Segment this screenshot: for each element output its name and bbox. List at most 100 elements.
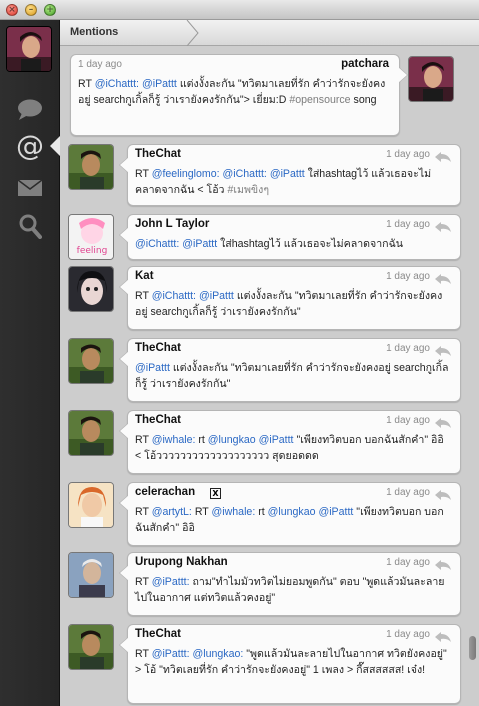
- tweet-username[interactable]: TheChat: [135, 148, 181, 160]
- reply-icon[interactable]: [434, 218, 452, 237]
- nav-mentions[interactable]: @: [0, 128, 60, 164]
- nav-search[interactable]: [0, 208, 60, 244]
- mention-link[interactable]: @artytL:: [152, 506, 192, 518]
- tweet-username[interactable]: TheChat: [135, 342, 181, 354]
- my-avatar[interactable]: [6, 26, 52, 72]
- reply-icon[interactable]: [434, 628, 452, 647]
- timeline-header: Mentions: [60, 20, 479, 46]
- user-avatar[interactable]: [68, 552, 114, 598]
- reply-icon[interactable]: [434, 556, 452, 575]
- svg-text:feeling: feeling: [77, 246, 108, 256]
- tweet-timestamp: 1 day ago: [386, 629, 430, 640]
- nav-timeline[interactable]: [0, 92, 60, 128]
- mention-link[interactable]: @iwhale:: [212, 506, 256, 518]
- mention-link[interactable]: @iPattt: [318, 506, 353, 518]
- mention-link[interactable]: @lungkao: [208, 434, 256, 446]
- mention-link[interactable]: @iwhale:: [152, 434, 196, 446]
- mentions-timeline[interactable]: 1 day ago patchara RT @iChattt: @iPattt แต…: [60, 46, 479, 706]
- tweet-text-segment: RT: [135, 576, 152, 588]
- tweet-username[interactable]: TheChat: [135, 414, 181, 426]
- tweet-text-segment: song: [350, 94, 377, 106]
- vertical-scrollbar-thumb[interactable]: [469, 636, 476, 660]
- tweet-username[interactable]: Urupong Nakhan: [135, 556, 228, 568]
- user-avatar[interactable]: [68, 144, 114, 190]
- mention-link[interactable]: @iChattt:: [223, 168, 267, 180]
- mention-link[interactable]: @iChattt:: [135, 238, 179, 250]
- tweet-username[interactable]: celerachan: [135, 486, 195, 498]
- tweet-text-segment: ใส่hashtagไว้ แล้วเธอจะไม่คลาดจากฉัน: [217, 238, 404, 250]
- own-avatar[interactable]: [408, 56, 454, 102]
- hashtag-link[interactable]: #เมพขิงๆ: [227, 184, 269, 196]
- tweet-timestamp: 1 day ago: [386, 487, 430, 498]
- tweet-text-segment: RT: [135, 290, 152, 302]
- tweet-text-segment: rt: [255, 506, 268, 518]
- mention-link[interactable]: @iPattt: [270, 168, 305, 180]
- page-title: Mentions: [70, 26, 119, 38]
- tweet-username[interactable]: TheChat: [135, 628, 181, 640]
- svg-text:@: @: [16, 131, 44, 161]
- tweet-text: RT @iChattt: @iPattt แต่งงั้งละกัน "ทวิต…: [78, 76, 391, 108]
- mention-link[interactable]: @lungkao: [268, 506, 316, 518]
- tweet-timestamp: 1 day ago: [386, 343, 430, 354]
- tweet-text: @iPattt แต่งงั้งละกัน "ทวิตมาเลยที่รัก ค…: [135, 360, 452, 392]
- tweet-text-segment: rt: [195, 434, 208, 446]
- user-avatar[interactable]: [68, 410, 114, 456]
- nav-direct-messages[interactable]: [0, 170, 60, 206]
- mention-link[interactable]: @iChattt:: [95, 78, 139, 90]
- user-avatar[interactable]: [68, 338, 114, 384]
- tweet-timestamp: 1 day ago: [386, 557, 430, 568]
- mention-link[interactable]: @iPattt: [182, 238, 217, 250]
- close-window-button[interactable]: ×: [6, 4, 18, 16]
- mention-link[interactable]: @iPattt: [259, 434, 294, 446]
- tweet-bubble: 1 day ago patchara RT @iChattt: @iPattt แต…: [70, 54, 408, 136]
- mention-link[interactable]: @iPattt: [142, 78, 177, 90]
- reply-icon[interactable]: [434, 486, 452, 505]
- reply-icon[interactable]: [434, 342, 452, 361]
- tweet-timestamp: 1 day ago: [386, 415, 430, 426]
- tweet-username[interactable]: patchara: [341, 58, 389, 70]
- tweet-text: RT @artytL: RT @iwhale: rt @lungkao @iPa…: [135, 504, 452, 536]
- speech-bubble-icon: [18, 99, 42, 120]
- tweet-text: RT @iChattt: @iPattt แต่งงั้งละกัน "ทวิต…: [135, 288, 452, 320]
- envelope-icon: [17, 179, 43, 196]
- user-avatar[interactable]: [68, 482, 114, 528]
- tweet-text: RT @iPattt: @lungkao: "พูดแล้วมันละลายไป…: [135, 646, 452, 678]
- window-titlebar: × – +: [0, 0, 479, 20]
- magnifier-icon: [19, 214, 42, 239]
- tweet-text-segment: RT: [191, 506, 212, 518]
- mention-link[interactable]: @iChattt:: [152, 290, 196, 302]
- zoom-window-button[interactable]: +: [44, 4, 56, 16]
- tweet-bubble: 1 day ago TheChat RT @iPattt: @lungkao: "พ…: [119, 624, 461, 704]
- mention-link[interactable]: @iPattt: [199, 290, 234, 302]
- tweet-text-segment: RT: [135, 168, 152, 180]
- verified-x-icon: X: [210, 488, 221, 499]
- reply-icon[interactable]: [434, 148, 452, 167]
- tweet-bubble: 1 day ago Kat RT @iChattt: @iPattt แต่งงั้…: [119, 266, 461, 330]
- tweet-text-segment: RT: [78, 78, 95, 90]
- tweet-bubble: 1 day ago TheChat RT @iwhale: rt @lungkao …: [119, 410, 461, 474]
- tweet-text: RT @iPattt: ถาม"ทำไมมัวทวิตไม่ยอมพูดกัน"…: [135, 574, 452, 606]
- mention-link[interactable]: @iPattt:: [152, 576, 190, 588]
- reply-icon[interactable]: [434, 270, 452, 289]
- tweet-bubble: 1 day ago Urupong Nakhan RT @iPattt: ถาม"ท…: [119, 552, 461, 616]
- mention-link[interactable]: @lungkao:: [192, 648, 243, 660]
- mention-link[interactable]: @feelinglomo:: [152, 168, 220, 180]
- user-avatar[interactable]: feeling: [68, 214, 114, 260]
- user-avatar[interactable]: [68, 266, 114, 312]
- hashtag-link[interactable]: #opensource: [289, 94, 350, 106]
- tweet-timestamp: 1 day ago: [386, 149, 430, 160]
- minimize-window-button[interactable]: –: [25, 4, 37, 16]
- tweet-bubble: 1 day ago celerachan X RT @artytL: RT @iwha…: [119, 482, 461, 546]
- tweet-bubble: 1 day ago John L Taylor @iChattt: @iPattt …: [119, 214, 461, 260]
- sidebar: @: [0, 20, 60, 706]
- tweet-text-segment: RT: [135, 648, 152, 660]
- tweet-username[interactable]: Kat: [135, 270, 154, 282]
- breadcrumb-separator: [186, 20, 199, 46]
- user-avatar[interactable]: [68, 624, 114, 670]
- mention-link[interactable]: @iPattt:: [152, 648, 190, 660]
- mention-link[interactable]: @iPattt: [135, 362, 170, 374]
- tweet-username[interactable]: John L Taylor: [135, 218, 209, 230]
- tweet-timestamp: 1 day ago: [386, 219, 430, 230]
- tweet-bubble: 1 day ago TheChat RT @feelinglomo: @iChatt…: [119, 144, 461, 206]
- reply-icon[interactable]: [434, 414, 452, 433]
